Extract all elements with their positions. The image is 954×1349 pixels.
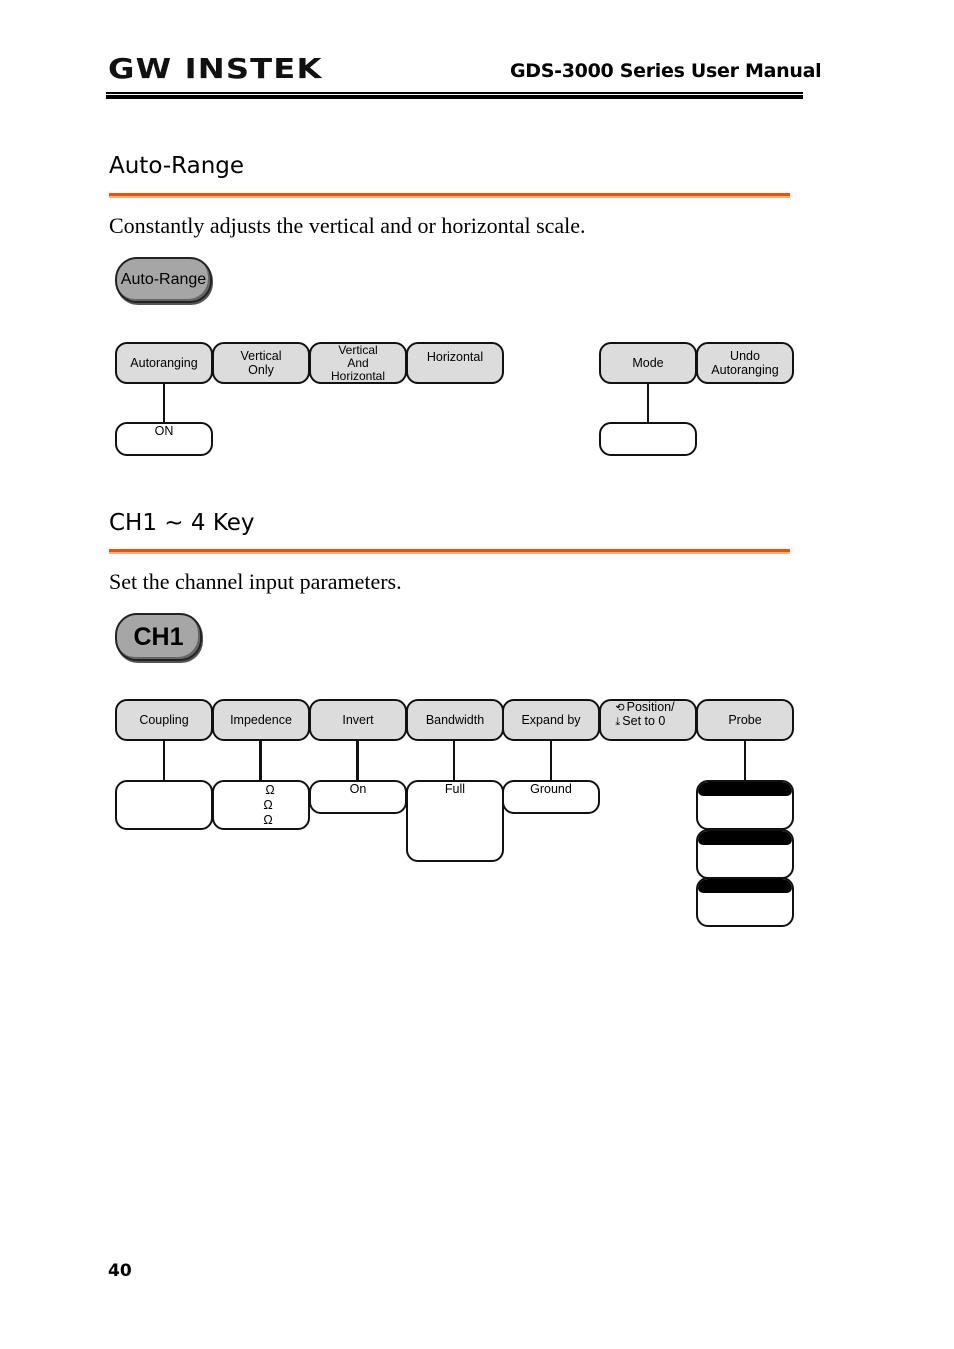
auto-range-description: Constantly adjusts the vertical and or h… [109,213,586,238]
menu-label: Coupling [139,713,189,727]
connector-line [647,384,649,423]
impedence-option-box[interactable]: Ω Ω Ω [212,780,310,830]
menu-label: Vertical Only [240,349,282,377]
menu-label: Undo Autoranging [711,349,779,377]
push-set-zero-icon: ⤓ [615,716,621,728]
probe-option-header [698,782,792,796]
probe-option-box[interactable] [696,780,794,830]
impedence-option: Ω [263,798,273,812]
ch1-key[interactable]: CH1 [115,613,202,661]
menu-label: Autoranging [130,356,198,370]
menu-mode[interactable]: Mode [599,342,697,384]
header-rule-thick [106,95,803,99]
page-number: 40 [108,1261,132,1281]
mode-option-box[interactable] [599,422,697,456]
autoranging-option-box[interactable]: ON [115,422,213,456]
menu-label: Mode [632,356,664,370]
menu-label: Horizontal [426,350,484,364]
probe-option-header [698,879,792,893]
menu-label-set-to-0: Set to 0 [622,714,666,728]
impedence-option: Ω [265,783,275,797]
invert-option-box[interactable]: On [309,780,407,814]
menu-bandwidth[interactable]: Bandwidth [406,699,504,741]
menu-horizontal[interactable]: Horizontal [406,342,504,384]
section-title-auto-range: Auto-Range [109,153,245,179]
menu-label: Invert [342,713,374,727]
auto-range-key[interactable]: Auto-Range [115,257,212,303]
menu-probe[interactable]: Probe [696,699,794,741]
menu-vertical-only[interactable]: Vertical Only [212,342,310,384]
expand-option-box[interactable]: Ground [502,780,600,814]
connector-line [259,741,262,781]
menu-undo-autoranging[interactable]: Undo Autoranging [696,342,794,384]
rotate-knob-icon: ⟲ [615,702,625,714]
bandwidth-option-box[interactable]: Full [406,780,504,862]
impedence-option: Ω [263,813,273,827]
ch-key-description: Set the channel input parameters. [109,569,402,594]
menu-label-position: Position/ [626,700,675,714]
bandwidth-option-full: Full [444,782,466,796]
option-on: ON [154,424,174,438]
connector-line [163,384,165,423]
section-divider [109,549,790,554]
connector-line [163,741,165,781]
menu-label: Impedence [230,713,292,727]
menu-invert[interactable]: Invert [309,699,407,741]
probe-option-box[interactable] [696,829,794,879]
menu-label: Expand by [521,713,581,727]
expand-option-ground: Ground [530,782,572,796]
menu-vertical-and-horizontal[interactable]: Vertical And Horizontal [309,342,407,384]
section-title-ch-key: CH1 ~ 4 Key [109,510,255,536]
menu-coupling[interactable]: Coupling [115,699,213,741]
probe-option-box[interactable] [696,877,794,927]
probe-option-header [698,831,792,845]
menu-label: Bandwidth [425,713,485,727]
manual-title: GDS-3000 Series User Manual [510,60,822,82]
menu-label: Probe [728,713,762,727]
connector-line [744,741,746,781]
menu-position-set-to-0[interactable]: ⟲ Position/ ⤓ Set to 0 [599,699,697,741]
gw-instek-logo: GW INSTEK [108,52,323,85]
menu-autoranging[interactable]: Autoranging [115,342,213,384]
coupling-option-box[interactable] [115,780,213,830]
connector-line [453,741,455,781]
section-divider [109,193,790,198]
menu-expand-by[interactable]: Expand by [502,699,600,741]
connector-line [550,741,552,781]
header-rule-thin [106,92,803,94]
connector-line [356,741,359,781]
menu-impedence[interactable]: Impedence [212,699,310,741]
menu-label: Vertical And Horizontal [330,342,386,383]
invert-option-on: On [349,782,367,796]
